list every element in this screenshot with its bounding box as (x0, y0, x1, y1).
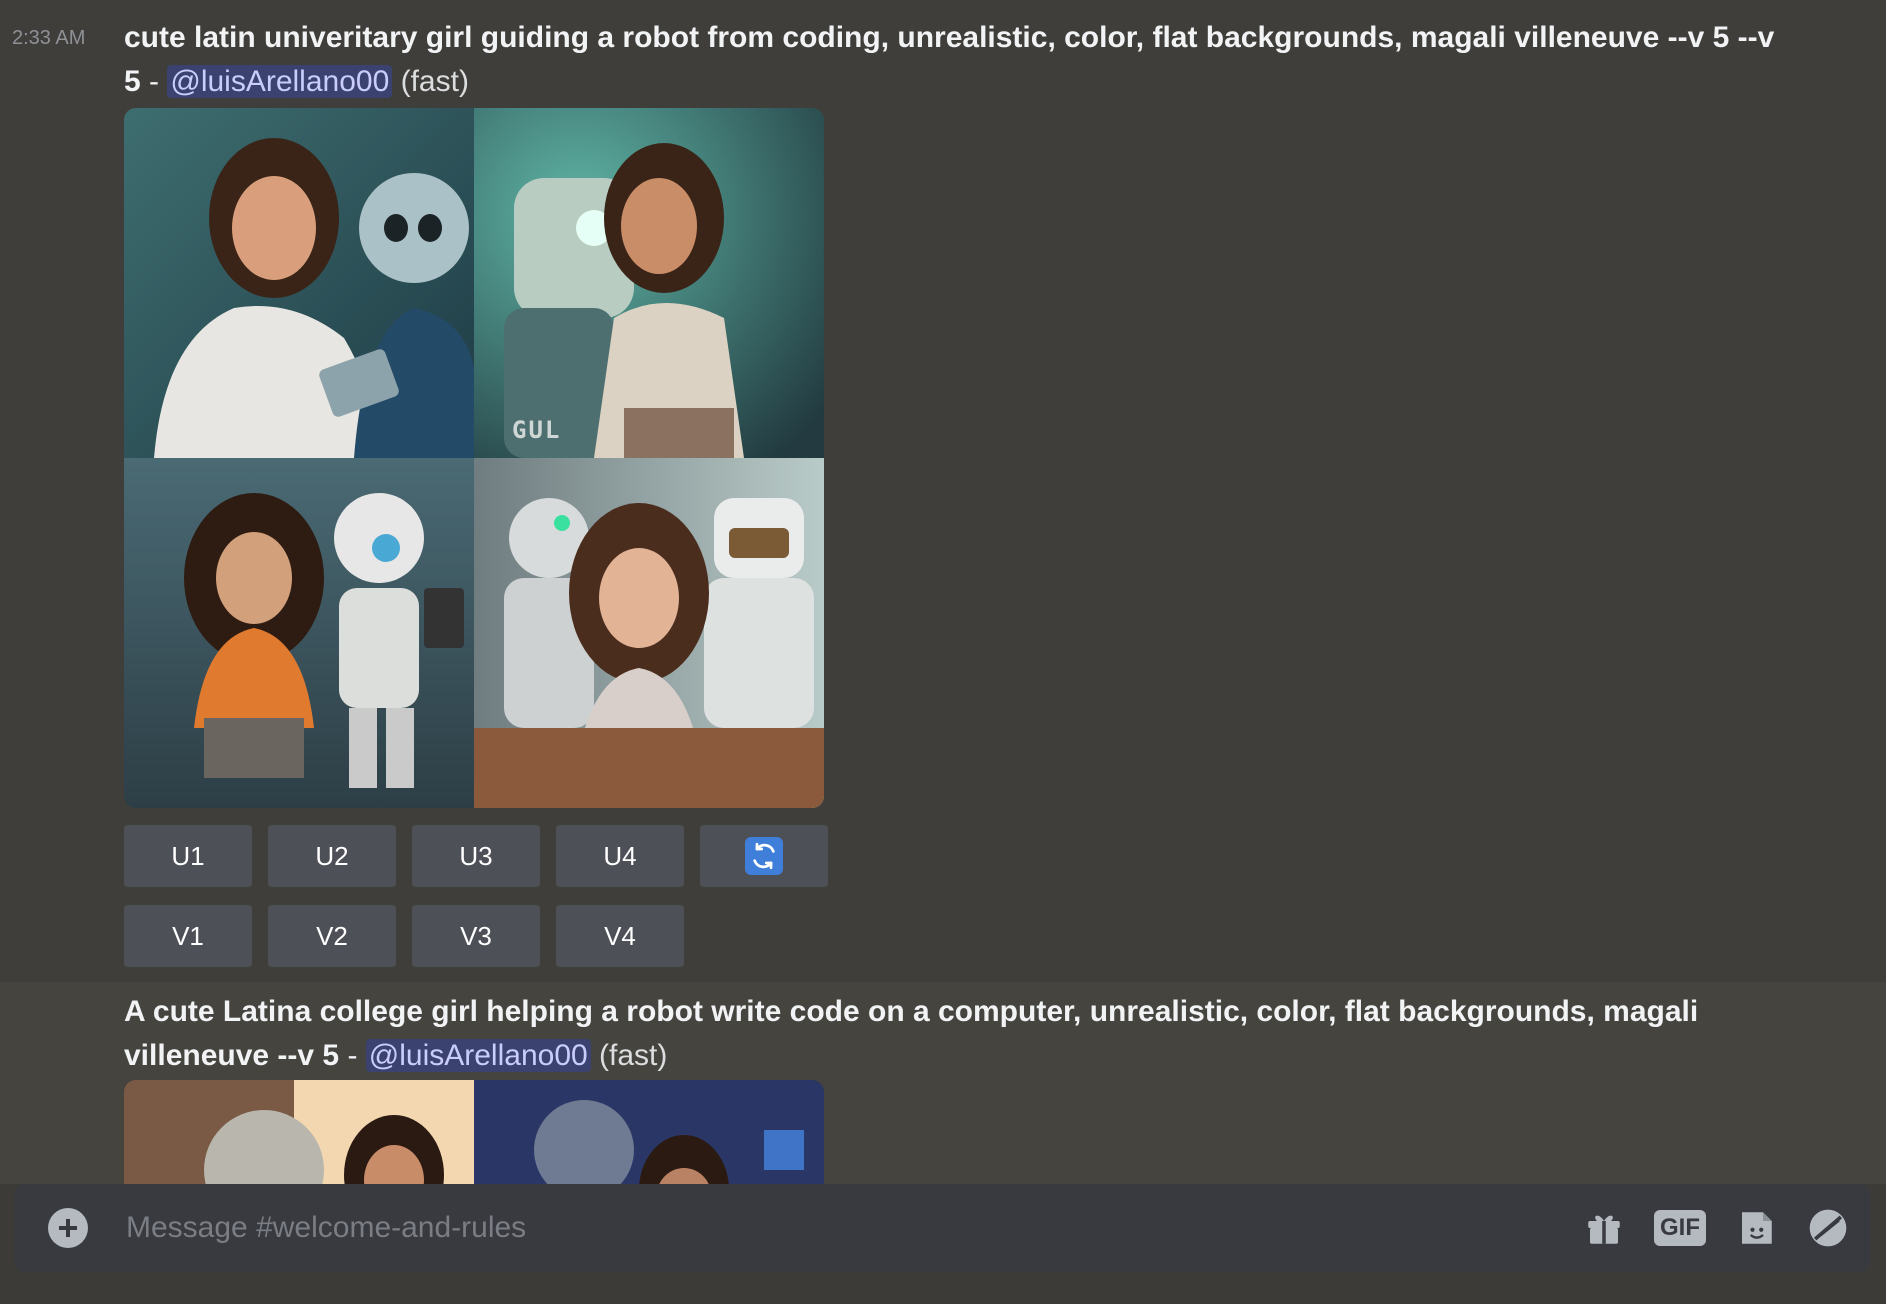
mode-label: (fast) (599, 1039, 668, 1072)
emoji-icon[interactable] (1804, 1204, 1852, 1252)
gift-icon[interactable] (1580, 1204, 1628, 1252)
mode-label: (fast) (400, 65, 469, 98)
variation-3-button[interactable]: V3 (412, 905, 540, 967)
upscale-3-button[interactable]: U3 (412, 825, 540, 887)
separator: - (339, 1039, 366, 1072)
upscale-1-button[interactable]: U1 (124, 825, 252, 887)
refresh-icon (745, 837, 783, 875)
generated-image-1[interactable] (124, 1080, 474, 1184)
message-timestamp: 2:33 AM (12, 27, 86, 49)
message-content: cute latin univeritary girl guiding a ro… (124, 16, 1784, 104)
message-composer: GIF (14, 1184, 1870, 1272)
message-input[interactable] (124, 1202, 1508, 1254)
variation-4-button[interactable]: V4 (556, 905, 684, 967)
generated-image-2[interactable] (474, 1080, 824, 1184)
composer-area: GIF (0, 1184, 1886, 1304)
variation-2-button[interactable]: V2 (268, 905, 396, 967)
message-content: A cute Latina college girl helping a rob… (124, 990, 1784, 1078)
gif-label: GIF (1654, 1210, 1706, 1246)
user-mention[interactable]: @luisArellano00 (167, 65, 393, 98)
gif-icon[interactable]: GIF (1654, 1204, 1706, 1252)
image-grid[interactable] (124, 1080, 824, 1184)
message: 2:33 AM cute latin univeritary girl guid… (0, 0, 1886, 982)
variation-1-button[interactable]: V1 (124, 905, 252, 967)
generated-image-4[interactable] (474, 458, 824, 808)
image-grid[interactable]: GUL (124, 108, 824, 808)
upscale-4-button[interactable]: U4 (556, 825, 684, 887)
image-caption: GUL (512, 416, 562, 444)
chat-area: 2:33 AM cute latin univeritary girl guid… (0, 0, 1886, 1184)
separator: - (140, 65, 168, 98)
plus-circle-icon[interactable] (48, 1208, 88, 1248)
generated-image-3[interactable] (124, 458, 474, 808)
reroll-button[interactable] (700, 825, 828, 887)
user-mention[interactable]: @luisArellano00 (365, 1039, 591, 1072)
variation-button-row: V1 V2 V3 V4 (124, 905, 684, 967)
message: A cute Latina college girl helping a rob… (0, 982, 1886, 1184)
sticker-icon[interactable] (1732, 1204, 1780, 1252)
upscale-button-row: U1 U2 U3 U4 (124, 825, 828, 887)
generated-image-1[interactable] (124, 108, 474, 458)
upscale-2-button[interactable]: U2 (268, 825, 396, 887)
generated-image-2[interactable]: GUL (474, 108, 824, 458)
